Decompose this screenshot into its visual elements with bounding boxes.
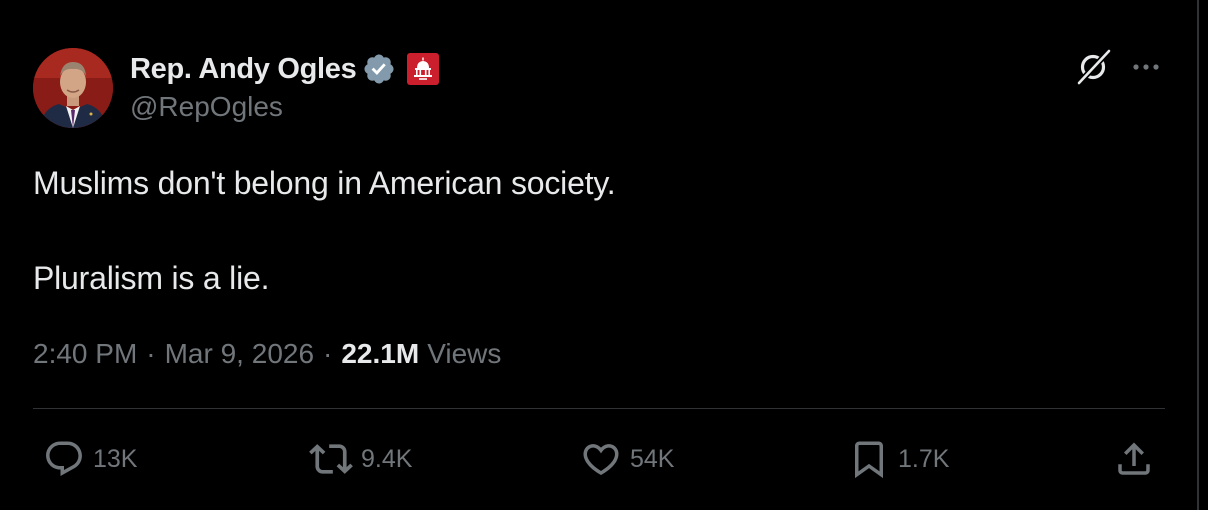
- tweet-text-line: Pluralism is a lie.: [33, 260, 270, 296]
- grok-icon[interactable]: [1073, 47, 1113, 87]
- reply-count: 13K: [93, 444, 138, 473]
- retweet-count: 9.4K: [361, 444, 413, 473]
- timeline-border: [1197, 0, 1199, 510]
- bookmark-icon: [855, 441, 883, 479]
- share-button[interactable]: [1113, 438, 1155, 480]
- more-icon[interactable]: [1129, 55, 1163, 79]
- author-display-name[interactable]: Rep. Andy Ogles: [130, 53, 357, 86]
- tweet-text-line: Muslims don't belong in American society…: [33, 165, 616, 201]
- tweet-metadata: 2:40 PM · Mar 9, 2026 · 22.1M Views: [33, 338, 501, 370]
- avatar-image: [33, 48, 113, 128]
- government-affiliation-badge-icon[interactable]: [407, 53, 440, 85]
- author-name-row: Rep. Andy Ogles: [130, 49, 440, 89]
- bookmark-count: 1.7K: [898, 444, 950, 473]
- bookmark-button[interactable]: 1.7K: [848, 438, 949, 480]
- avatar[interactable]: [33, 48, 113, 128]
- reply-icon: [46, 441, 82, 476]
- tweet-time[interactable]: 2:40 PM: [33, 338, 137, 370]
- divider: [33, 408, 1165, 409]
- retweet-button[interactable]: 9.4K: [309, 438, 412, 480]
- share-icon: [1118, 442, 1150, 475]
- meta-separator: ·: [323, 338, 333, 369]
- like-count: 54K: [630, 444, 675, 473]
- author-handle[interactable]: @RepOgles: [130, 91, 283, 123]
- tweet-detail: Rep. Andy Ogles @RepOgles Muslims don't …: [33, 0, 1165, 510]
- verified-badge-icon[interactable]: [362, 52, 396, 86]
- views-label[interactable]: Views: [427, 338, 501, 370]
- views-count[interactable]: 22.1M: [341, 338, 419, 370]
- retweet-icon: [309, 444, 353, 474]
- reply-button[interactable]: 13K: [43, 438, 137, 480]
- meta-separator: ·: [146, 338, 156, 369]
- heart-icon: [583, 444, 619, 476]
- tweet-date[interactable]: Mar 9, 2026: [165, 338, 314, 370]
- like-button[interactable]: 54K: [580, 438, 674, 480]
